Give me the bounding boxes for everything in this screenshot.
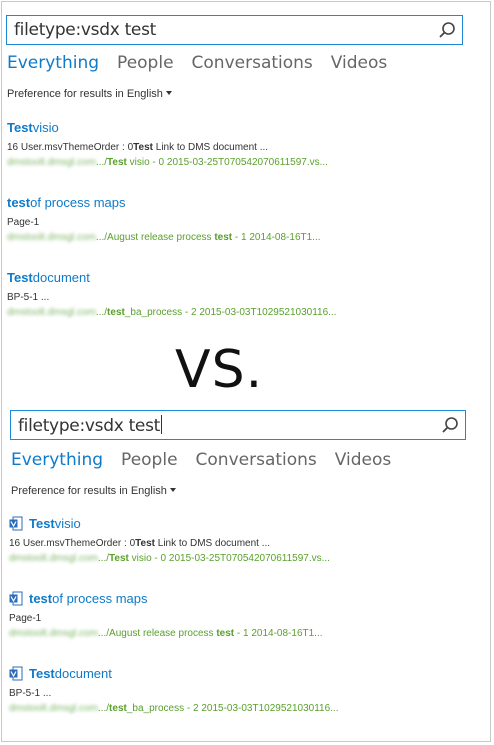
tab-people[interactable]: People	[121, 450, 177, 470]
result-item: test of process maps Page-1 dmstoolt.dms…	[7, 195, 487, 270]
tab-people[interactable]: People	[117, 53, 173, 73]
vertical-tabs: Everything People Conversations Videos	[11, 450, 409, 470]
search-input[interactable]: filetype:vsdx test	[18, 415, 163, 436]
chevron-down-icon	[169, 488, 176, 492]
tab-conversations[interactable]: Conversations	[196, 450, 317, 470]
language-dropdown[interactable]: English	[131, 485, 176, 497]
result-description: Page-1	[9, 613, 42, 624]
result-title-link[interactable]: Test visio	[9, 516, 489, 531]
result-url[interactable]: dmstoolt.dmsgl.com.../test_ba_process - …	[9, 703, 489, 714]
result-title-link[interactable]: Test visio	[7, 120, 487, 135]
result-description: BP-5-1 ...	[7, 292, 50, 303]
result-item: Test visio 16 User.msvThemeOrder : 0Test…	[7, 120, 487, 195]
result-url[interactable]: dmstoolt.dmsgl.com.../test_ba_process - …	[7, 307, 487, 318]
visio-file-icon	[9, 591, 23, 606]
search-button[interactable]	[432, 16, 462, 44]
language-value: English	[126, 88, 163, 100]
result-description: 16 User.msvThemeOrder : 0Test Link to DM…	[7, 142, 269, 153]
search-icon	[442, 417, 458, 433]
result-url[interactable]: dmstoolt.dmsgl.com.../August release pro…	[7, 232, 487, 243]
tab-conversations[interactable]: Conversations	[192, 53, 313, 73]
results-list: Test visio 16 User.msvThemeOrder : 0Test…	[9, 516, 489, 741]
search-button[interactable]	[435, 411, 465, 439]
text-caret	[161, 415, 163, 434]
result-description: 16 User.msvThemeOrder : 0Test Link to DM…	[9, 538, 271, 549]
chevron-down-icon	[165, 91, 172, 95]
preference-row: Preference for results in English	[7, 88, 172, 100]
preference-label: Preference for results in	[7, 88, 124, 100]
result-url[interactable]: dmstoolt.dmsgl.com.../August release pro…	[9, 628, 489, 639]
search-box[interactable]: filetype:vsdx test	[10, 410, 466, 440]
language-value: English	[130, 485, 167, 497]
result-item: test of process maps Page-1 dmstoolt.dms…	[9, 591, 489, 666]
result-title-link[interactable]: test of process maps	[9, 591, 489, 606]
result-title-link[interactable]: test of process maps	[7, 195, 487, 210]
tab-videos[interactable]: Videos	[335, 450, 392, 470]
result-item: Test visio 16 User.msvThemeOrder : 0Test…	[9, 516, 489, 591]
result-url[interactable]: dmstoolt.dmsgl.com.../Test visio - 0 201…	[7, 157, 487, 168]
result-url[interactable]: dmstoolt.dmsgl.com.../Test visio - 0 201…	[9, 553, 489, 564]
search-input[interactable]: filetype:vsdx test	[14, 20, 156, 40]
result-description: Page-1	[7, 217, 40, 228]
results-list: Test visio 16 User.msvThemeOrder : 0Test…	[7, 120, 487, 345]
preference-row: Preference for results in English	[11, 485, 176, 497]
vs-separator: VS.	[175, 340, 264, 400]
result-title-link[interactable]: Test document	[7, 270, 487, 285]
result-item: Test document BP-5-1 ... dmstoolt.dmsgl.…	[7, 270, 487, 345]
visio-file-icon	[9, 666, 23, 681]
result-description: BP-5-1 ...	[9, 688, 52, 699]
result-item: Test document BP-5-1 ... dmstoolt.dmsgl.…	[9, 666, 489, 741]
tab-videos[interactable]: Videos	[331, 53, 388, 73]
preference-label: Preference for results in	[11, 485, 128, 497]
visio-file-icon	[9, 516, 23, 531]
tab-everything[interactable]: Everything	[7, 53, 99, 73]
search-icon	[439, 22, 455, 38]
result-title-link[interactable]: Test document	[9, 666, 489, 681]
search-box[interactable]: filetype:vsdx test	[6, 15, 463, 45]
vertical-tabs: Everything People Conversations Videos	[7, 53, 405, 73]
tab-everything[interactable]: Everything	[11, 450, 103, 470]
language-dropdown[interactable]: English	[127, 88, 172, 100]
